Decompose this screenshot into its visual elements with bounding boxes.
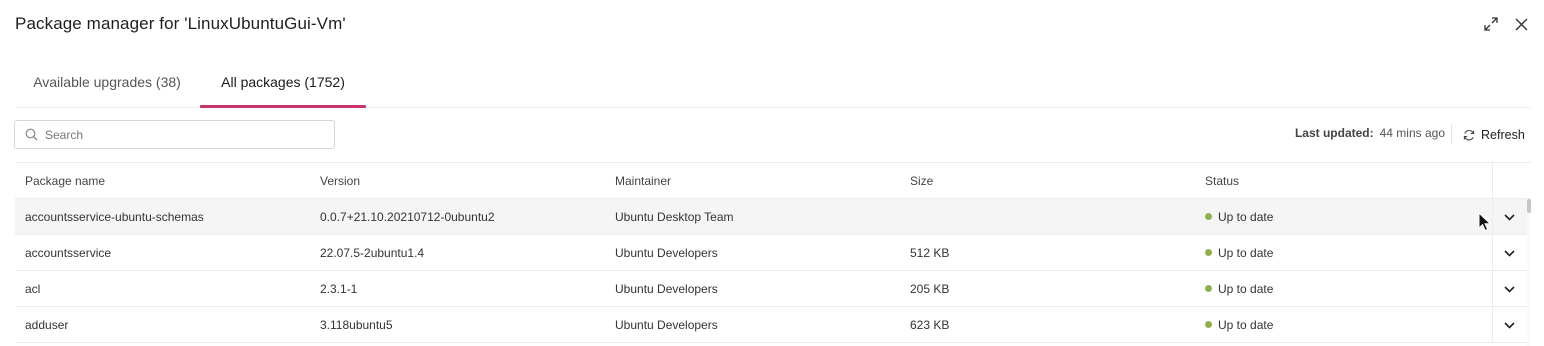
table-row[interactable]: accountsservice-ubuntu-schemas 0.0.7+21.… — [15, 199, 1531, 235]
tab-all-packages[interactable]: All packages (1752) — [200, 56, 366, 108]
table-header: Package name Version Maintainer Size Sta… — [15, 163, 1531, 199]
package-version: 22.07.5-2ubuntu1.4 — [320, 245, 425, 260]
package-status: Up to date — [1205, 307, 1273, 342]
expand-row-button[interactable] — [1501, 209, 1517, 225]
expand-column-divider — [1492, 271, 1493, 306]
table-scrollbar[interactable] — [1527, 199, 1531, 346]
package-status: Up to date — [1205, 199, 1273, 234]
search-icon — [25, 128, 39, 142]
expand-column-divider — [1492, 199, 1493, 234]
package-size: 205 KB — [910, 281, 950, 296]
expand-row-button[interactable] — [1501, 281, 1517, 297]
package-maintainer: Ubuntu Desktop Team — [615, 209, 734, 224]
package-name: accountsservice — [25, 245, 112, 260]
status-label: Up to date — [1218, 245, 1274, 260]
close-button[interactable] — [1511, 14, 1531, 34]
tab-available-upgrades[interactable]: Available upgrades (38) — [15, 56, 199, 107]
refresh-label: Refresh — [1481, 128, 1525, 142]
expand-column-divider — [1492, 307, 1493, 342]
column-header-maintainer[interactable]: Maintainer — [615, 163, 671, 198]
package-maintainer: Ubuntu Developers — [615, 281, 718, 296]
status-ok-icon — [1205, 285, 1212, 292]
close-icon — [1515, 18, 1527, 30]
refresh-button[interactable]: Refresh — [1463, 125, 1525, 145]
expand-column-divider — [1492, 235, 1493, 270]
status-label: Up to date — [1218, 209, 1274, 224]
package-name: acl — [25, 281, 41, 296]
status-ok-icon — [1205, 249, 1212, 256]
package-name: accountsservice-ubuntu-schemas — [25, 209, 204, 224]
table-row[interactable]: adduser 3.118ubuntu5 Ubuntu Developers 6… — [15, 307, 1531, 343]
chevron-down-icon — [1503, 249, 1515, 257]
status-label: Up to date — [1218, 281, 1274, 296]
status-ok-icon — [1205, 213, 1212, 220]
search-input[interactable] — [45, 127, 315, 142]
status-ok-icon — [1205, 321, 1212, 328]
toolbar-divider — [1451, 124, 1452, 144]
package-name: adduser — [25, 317, 69, 332]
tab-bar: Available upgrades (38) All packages (17… — [15, 56, 1531, 108]
chevron-down-icon — [1503, 321, 1515, 329]
package-size: 623 KB — [910, 317, 950, 332]
column-header-status[interactable]: Status — [1205, 163, 1239, 198]
column-header-package-name[interactable]: Package name — [25, 163, 105, 198]
refresh-icon — [1463, 129, 1475, 141]
last-updated-label: Last updated: — [1294, 126, 1374, 140]
column-header-size[interactable]: Size — [910, 163, 933, 198]
dialog-title: Package manager for 'LinuxUbuntuGui-Vm' — [15, 14, 346, 33]
table-row[interactable]: accountsservice 22.07.5-2ubuntu1.4 Ubunt… — [15, 235, 1531, 271]
search-box[interactable] — [14, 120, 335, 149]
scrollbar-thumb[interactable] — [1527, 199, 1531, 213]
package-maintainer: Ubuntu Developers — [615, 317, 718, 332]
table-row[interactable]: acl 2.3.1-1 Ubuntu Developers 205 KB Up … — [15, 271, 1531, 307]
package-version: 2.3.1-1 — [320, 281, 358, 296]
chevron-down-icon — [1503, 285, 1515, 293]
package-status: Up to date — [1205, 235, 1273, 270]
status-label: Up to date — [1218, 317, 1274, 332]
chevron-down-icon — [1503, 213, 1515, 221]
column-header-version[interactable]: Version — [320, 163, 360, 198]
expand-column-divider — [1492, 163, 1493, 198]
expand-button[interactable] — [1481, 14, 1501, 34]
last-updated-value: 44 mins ago — [1379, 126, 1445, 140]
package-size: 512 KB — [910, 245, 950, 260]
package-version: 3.118ubuntu5 — [320, 317, 393, 332]
expand-icon — [1484, 17, 1498, 31]
package-maintainer: Ubuntu Developers — [615, 245, 718, 260]
expand-row-button[interactable] — [1501, 317, 1517, 333]
expand-row-button[interactable] — [1501, 245, 1517, 261]
last-updated: Last updated: 44 mins ago — [1295, 126, 1445, 140]
packages-table: Package name Version Maintainer Size Sta… — [15, 162, 1531, 346]
package-status: Up to date — [1205, 271, 1273, 306]
package-version: 0.0.7+21.10.20210712-0ubuntu2 — [320, 209, 495, 224]
